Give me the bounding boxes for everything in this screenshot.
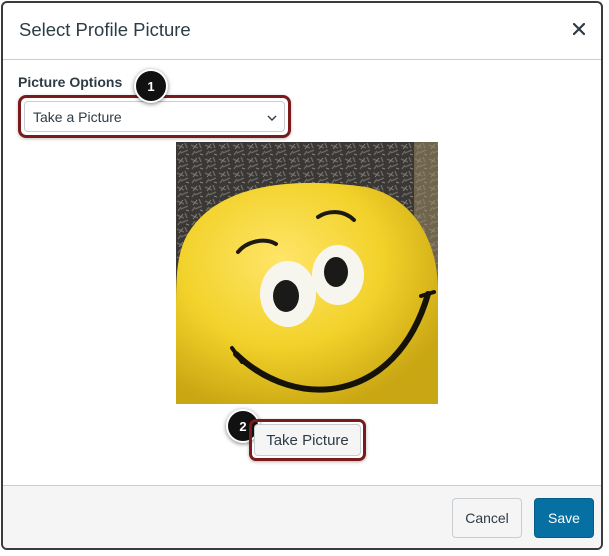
picture-options-label: Picture Options xyxy=(18,74,123,90)
dialog-footer: Cancel Save xyxy=(3,485,601,548)
cancel-button[interactable]: Cancel xyxy=(452,498,522,538)
dialog-header: Select Profile Picture xyxy=(3,3,601,60)
picture-options-selected-value: Take a Picture xyxy=(33,108,122,125)
take-picture-highlight: Take Picture xyxy=(249,419,366,461)
picture-options-select[interactable]: Take a Picture xyxy=(24,101,285,132)
select-profile-picture-dialog: Select Profile Picture Picture Options T… xyxy=(1,1,603,550)
save-button[interactable]: Save xyxy=(534,498,594,538)
close-button[interactable] xyxy=(567,17,591,41)
chevron-down-icon xyxy=(267,115,277,121)
dialog-title: Select Profile Picture xyxy=(19,19,191,40)
callout-badge-1: 1 xyxy=(134,69,168,103)
take-picture-button[interactable]: Take Picture xyxy=(254,424,361,456)
camera-preview-image xyxy=(176,142,438,404)
close-icon xyxy=(573,23,585,35)
